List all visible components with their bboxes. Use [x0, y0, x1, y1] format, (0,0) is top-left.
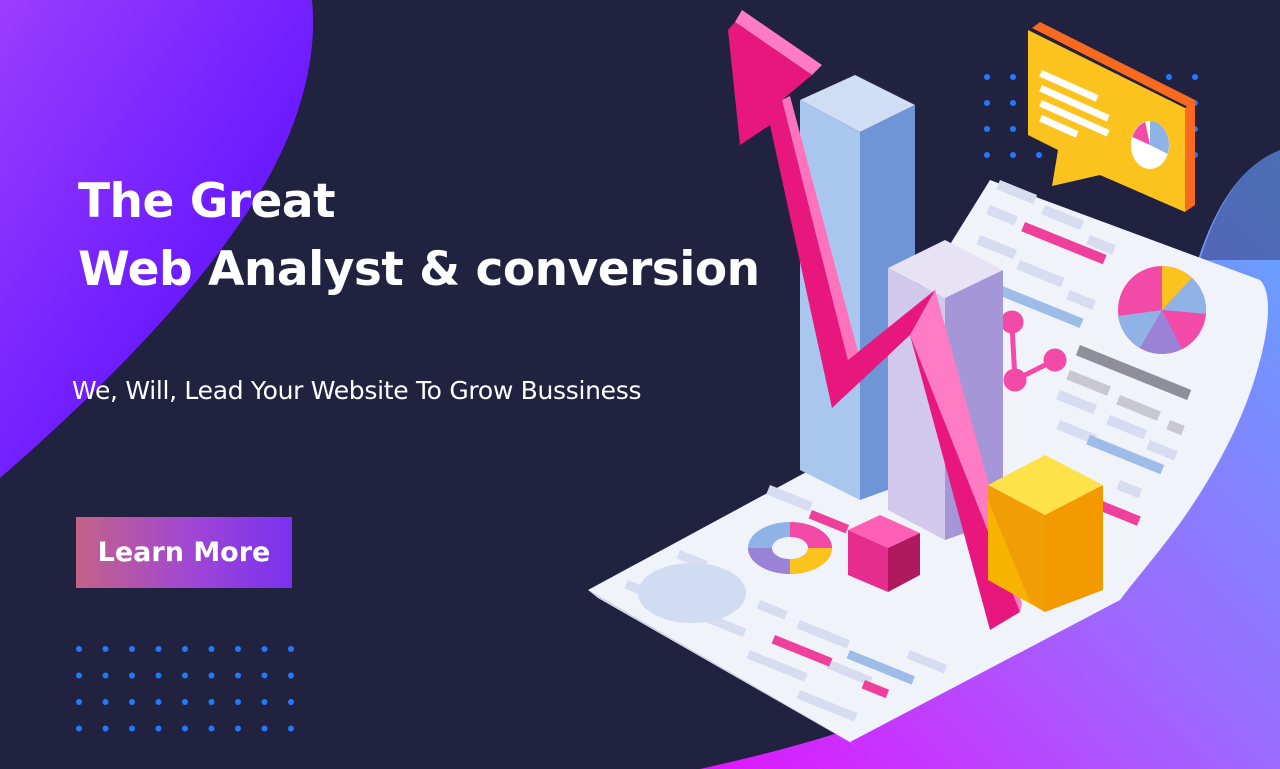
speech-bubble-icon: [1028, 22, 1195, 212]
tagline: We, Will, Lead Your Website To Grow Buss…: [72, 376, 642, 405]
analytics-illustration: [588, 10, 1269, 748]
headline-line-1: The Great: [78, 174, 336, 229]
dot-grid-bottom-left: [76, 646, 298, 736]
headline-line-2: Web Analyst & conversion: [78, 242, 760, 297]
pie-chart-icon: [1118, 266, 1207, 354]
page-title: The Great Web Analyst & conversion: [78, 168, 760, 304]
bar-yellow: [988, 455, 1103, 612]
learn-more-button[interactable]: Learn More: [76, 517, 292, 588]
hero-banner: The Great Web Analyst & conversion We, W…: [0, 0, 1280, 769]
